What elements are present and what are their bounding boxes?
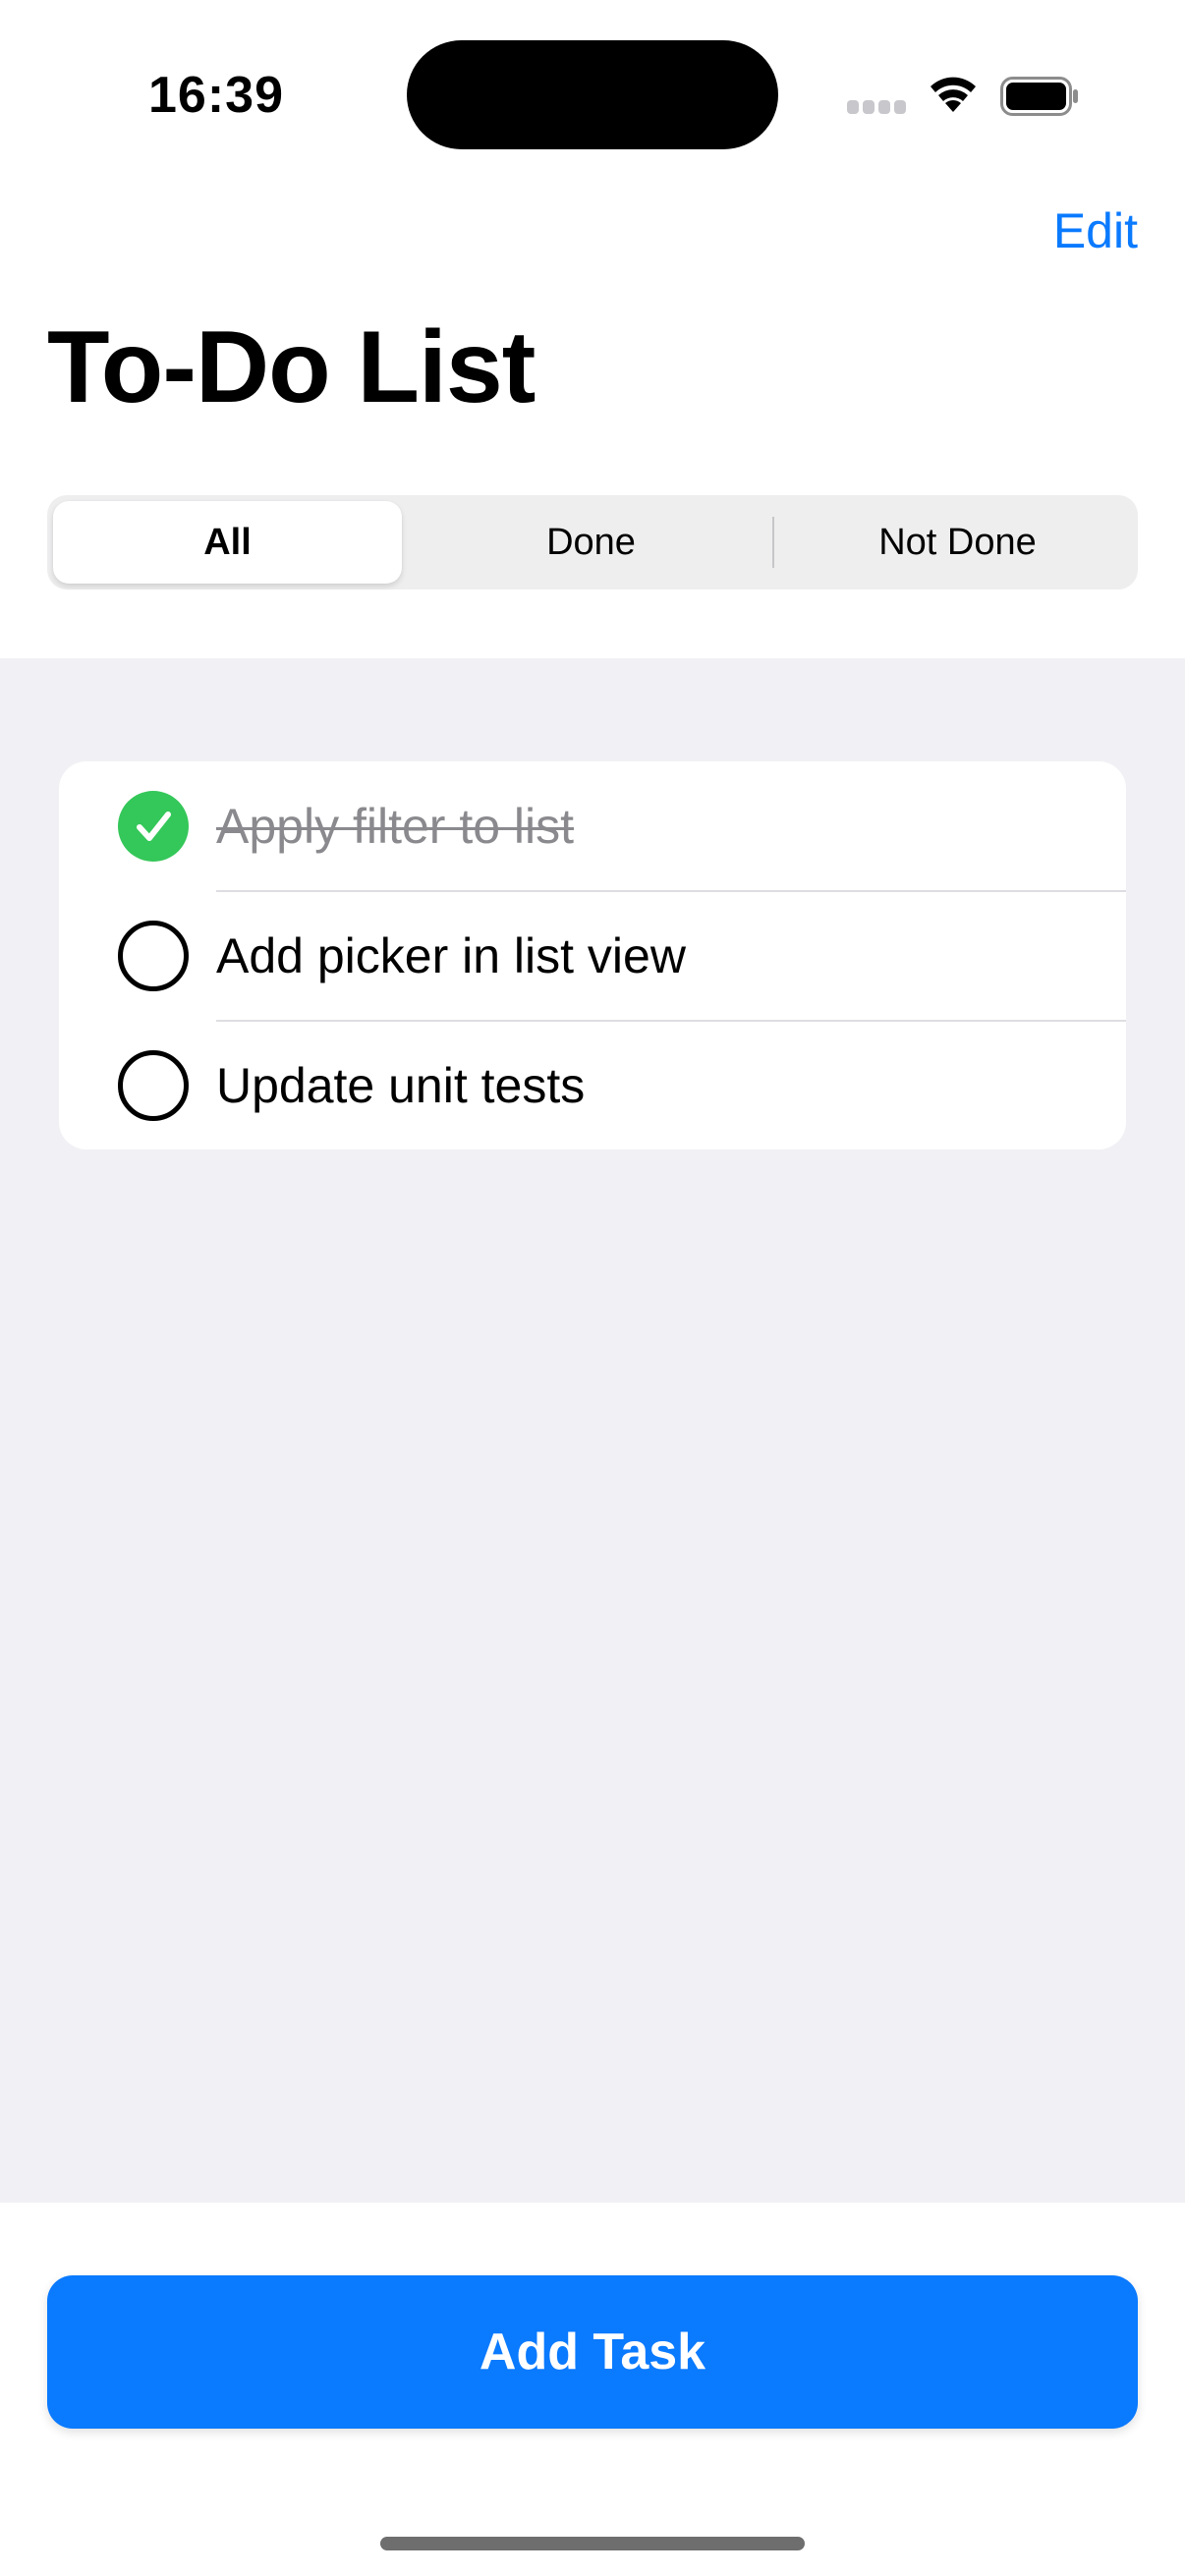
battery-icon: [1000, 77, 1079, 116]
task-list: Apply filter to list Add picker in list …: [59, 761, 1126, 1149]
task-row[interactable]: Apply filter to list: [59, 761, 1126, 891]
task-title: Update unit tests: [216, 1058, 586, 1113]
empty-circle-icon[interactable]: [118, 1050, 189, 1121]
status-time: 16:39: [148, 67, 284, 124]
filter-segmented-control: All Done Not Done: [47, 495, 1138, 589]
home-indicator: [380, 2537, 805, 2550]
dynamic-island: [407, 40, 778, 149]
cellular-signal-icon: [847, 100, 908, 114]
empty-circle-icon[interactable]: [118, 921, 189, 991]
segment-divider: [772, 517, 774, 568]
checkmark-circle-filled-icon[interactable]: [118, 791, 189, 862]
page-title: To-Do List: [47, 310, 536, 424]
add-task-button[interactable]: Add Task: [47, 2275, 1138, 2429]
task-title: Add picker in list view: [216, 928, 686, 983]
segment-done[interactable]: Done: [417, 501, 765, 584]
edit-button[interactable]: Edit: [1053, 201, 1138, 260]
task-row[interactable]: Add picker in list view: [59, 891, 1126, 1021]
task-row[interactable]: Update unit tests: [59, 1021, 1126, 1149]
task-title: Apply filter to list: [216, 799, 575, 854]
segment-not-done[interactable]: Not Done: [783, 501, 1132, 584]
wifi-icon: [928, 73, 979, 114]
segment-all[interactable]: All: [53, 501, 402, 584]
